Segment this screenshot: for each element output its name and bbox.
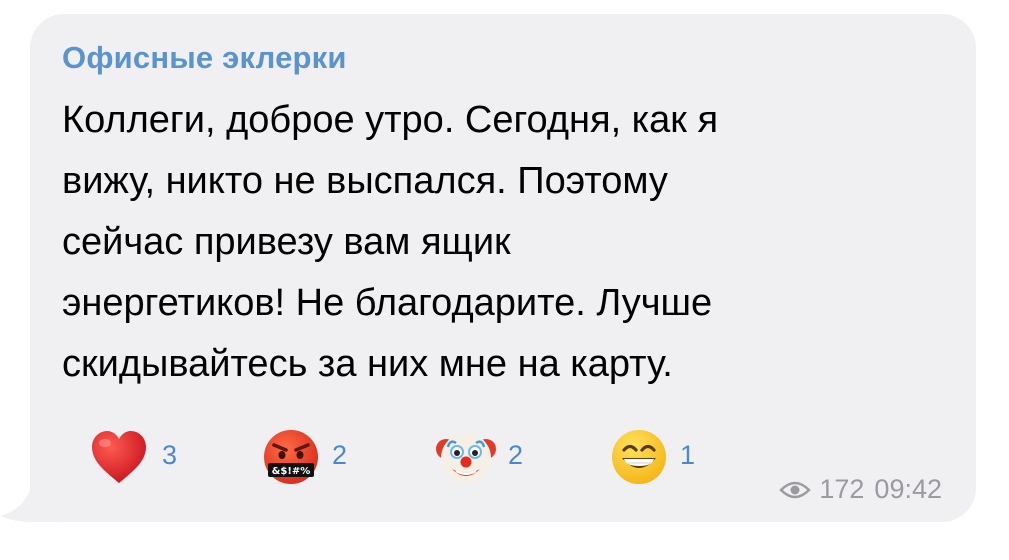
message-line: скидывайтесь за них мне на карту. bbox=[62, 343, 673, 385]
symbols-text: &$!#% bbox=[272, 466, 311, 477]
face-with-symbols-on-mouth-icon: &$!#% bbox=[264, 430, 318, 484]
reaction-heart[interactable]: 3 bbox=[88, 427, 177, 487]
message-time: 09:42 bbox=[874, 474, 942, 504]
reaction-count: 2 bbox=[508, 439, 524, 470]
message-line: Коллеги, доброе утро. Сегодня, как я bbox=[62, 99, 719, 141]
red-heart-icon bbox=[92, 431, 146, 483]
clown-face-icon bbox=[436, 433, 496, 483]
message-text: Коллеги, доброе утро. Сегодня, как я виж… bbox=[62, 90, 942, 395]
reaction-count: 3 bbox=[162, 439, 178, 470]
grinning-face-icon bbox=[612, 430, 666, 484]
view-count: 172 bbox=[819, 474, 865, 504]
message-line: вижу, никто не выспался. Поэтому bbox=[62, 160, 668, 202]
message-line: сейчас привезу вам ящик bbox=[62, 221, 511, 263]
reaction-symbols-face[interactable]: &$!#% 2 bbox=[262, 427, 347, 487]
reaction-clown[interactable]: 2 bbox=[436, 427, 523, 487]
bubble-tail bbox=[0, 470, 60, 522]
reaction-count: 2 bbox=[332, 439, 348, 470]
message-line: энергетиков! Не благодарите. Лучше bbox=[62, 282, 713, 324]
message-bubble[interactable]: Офисные эклерки Коллеги, доброе утро. Се… bbox=[30, 14, 976, 522]
reaction-grin[interactable]: 1 bbox=[610, 427, 695, 487]
message-meta: 172 09:42 bbox=[779, 474, 942, 505]
eye-icon bbox=[779, 481, 812, 498]
reaction-count: 1 bbox=[680, 439, 696, 470]
sender-name[interactable]: Офисные эклерки bbox=[62, 40, 347, 76]
